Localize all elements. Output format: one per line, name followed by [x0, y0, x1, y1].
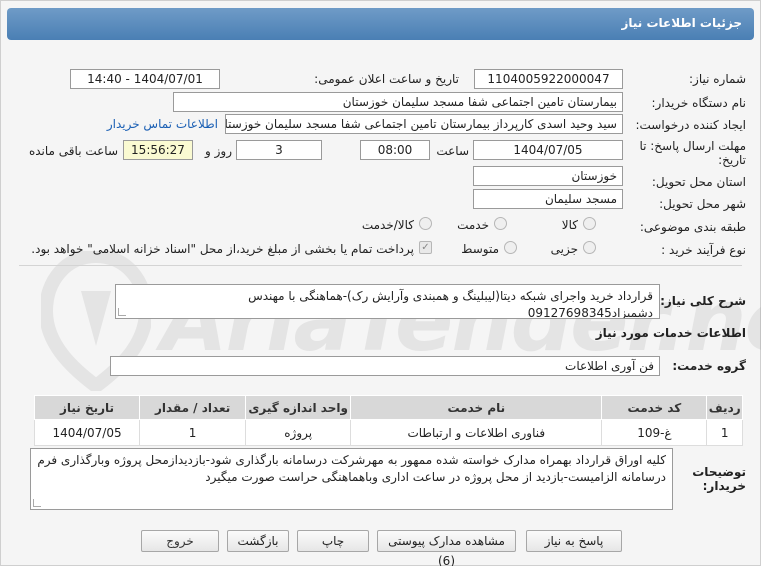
- back-button[interactable]: بازگشت: [227, 530, 289, 552]
- category-radio-service[interactable]: [494, 217, 507, 230]
- category-radio-goods-service[interactable]: [419, 217, 432, 230]
- print-button[interactable]: چاپ: [297, 530, 369, 552]
- buyer-notes-text: کلیه اوراق قرارداد بهمراه مدارک خواسته ش…: [37, 453, 666, 484]
- service-name-cell: فناوری اطلاعات و ارتباطات: [350, 419, 603, 446]
- title-bar: جزئیات اطلاعات نیاز: [7, 8, 754, 40]
- column-header: کد خدمت: [601, 395, 708, 420]
- table-header-row: ردیف کد خدمت نام خدمت واحد اندازه گیری ت…: [33, 395, 743, 420]
- days-label: روز و: [205, 144, 232, 158]
- service-group-label: گروه خدمت:: [672, 359, 746, 373]
- buyer-contact-link[interactable]: اطلاعات تماس خریدار: [107, 117, 218, 131]
- category-option-service: خدمت: [457, 218, 489, 232]
- requester-label: ایجاد کننده درخواست:: [635, 118, 746, 132]
- page-title: جزئیات اطلاعات نیاز: [621, 16, 742, 30]
- services-section-title: اطلاعات خدمات مورد نیاز: [595, 326, 746, 340]
- services-table: ردیف کد خدمت نام خدمت واحد اندازه گیری ت…: [33, 395, 743, 446]
- column-header: تعداد / مقدار: [139, 395, 247, 420]
- deadline-time-field: 08:00: [360, 140, 430, 160]
- column-header: ردیف: [706, 395, 743, 420]
- category-option-goods: کالا: [561, 218, 578, 232]
- table-row: 1 غ-109 فناوری اطلاعات و ارتباطات پروژه …: [33, 419, 743, 446]
- purchase-radio-medium[interactable]: [504, 241, 517, 254]
- need-number-field: 1104005922000047: [474, 69, 623, 89]
- need-number-label: شماره نیاز:: [689, 72, 746, 86]
- city-label: شهر محل تحویل:: [659, 197, 746, 211]
- category-option-goods-service: کالا/خدمت: [361, 218, 414, 232]
- need-details-window: جزئیات اطلاعات نیاز AriaTender.net شماره…: [0, 0, 761, 566]
- province-label: استان محل تحویل:: [651, 175, 746, 189]
- need-date-cell: 1404/07/05: [33, 419, 141, 446]
- category-radio-goods[interactable]: [583, 217, 596, 230]
- province-field: خوزستان: [473, 166, 623, 186]
- buyer-notes-label: توضیحات: [692, 465, 746, 479]
- requester-field: سید وحید اسدی کارپرداز بیمارستان تامین ا…: [225, 114, 623, 134]
- announce-date-field: 1404/07/01 - 14:40: [70, 69, 220, 89]
- purchase-option-minor: جزیی: [550, 242, 578, 256]
- days-remaining-field: 3: [236, 140, 322, 160]
- deadline-date-field: 1404/07/05: [473, 140, 623, 160]
- service-code-cell: غ-109: [601, 419, 708, 446]
- unit-cell: پروژه: [245, 419, 352, 446]
- view-attachments-button[interactable]: مشاهده مدارک پیوستی (6): [377, 530, 516, 566]
- announce-date-label: تاریخ و ساعت اعلان عمومی:: [314, 72, 459, 86]
- category-label: طبقه بندی موضوعی:: [639, 220, 746, 234]
- deadline-time-label: ساعت: [436, 144, 469, 158]
- city-field: مسجد سلیمان: [473, 189, 623, 209]
- deadline-label: مهلت ارسال پاسخ: تا: [639, 139, 746, 153]
- section-divider: [19, 265, 742, 266]
- reply-button[interactable]: پاسخ به نیاز: [526, 530, 622, 552]
- remaining-time-field: 15:56:27: [123, 140, 193, 160]
- exit-button[interactable]: خروج: [141, 530, 219, 552]
- payment-note: پرداخت تمام یا بخشی از مبلغ خرید،از محل …: [31, 242, 414, 256]
- treasury-checkbox[interactable]: ✓: [419, 241, 432, 254]
- purchase-radio-minor[interactable]: [583, 241, 596, 254]
- description-label: شرح کلی نیاز:: [660, 294, 746, 308]
- column-header: تاریخ نیاز: [33, 395, 141, 420]
- description-text: قرارداد خرید واجرای شبکه دیتا(لیبلینگ و …: [248, 289, 653, 319]
- quantity-cell: 1: [139, 419, 247, 446]
- row-number-cell: 1: [706, 419, 743, 446]
- resize-grip-icon[interactable]: [118, 308, 126, 316]
- buyer-org-field: بیمارستان تامین اجتماعی شفا مسجد سلیمان …: [173, 92, 623, 112]
- buyer-org-label: نام دستگاه خریدار:: [651, 96, 747, 110]
- column-header: نام خدمت: [350, 395, 603, 420]
- description-textarea: قرارداد خرید واجرای شبکه دیتا(لیبلینگ و …: [115, 284, 660, 319]
- purchase-option-medium: متوسط: [461, 242, 499, 256]
- purchase-type-label: نوع فرآیند خرید :: [661, 243, 746, 257]
- buyer-notes-label-2: خریدار:: [702, 479, 746, 493]
- deadline-label-date: تاریخ:: [718, 153, 746, 167]
- remaining-time-label: ساعت باقی مانده: [28, 144, 118, 158]
- service-group-field: فن آوری اطلاعات: [110, 356, 660, 376]
- column-header: واحد اندازه گیری: [245, 395, 352, 420]
- buyer-notes-textarea: کلیه اوراق قرارداد بهمراه مدارک خواسته ش…: [30, 448, 673, 510]
- resize-grip-icon[interactable]: [33, 499, 41, 507]
